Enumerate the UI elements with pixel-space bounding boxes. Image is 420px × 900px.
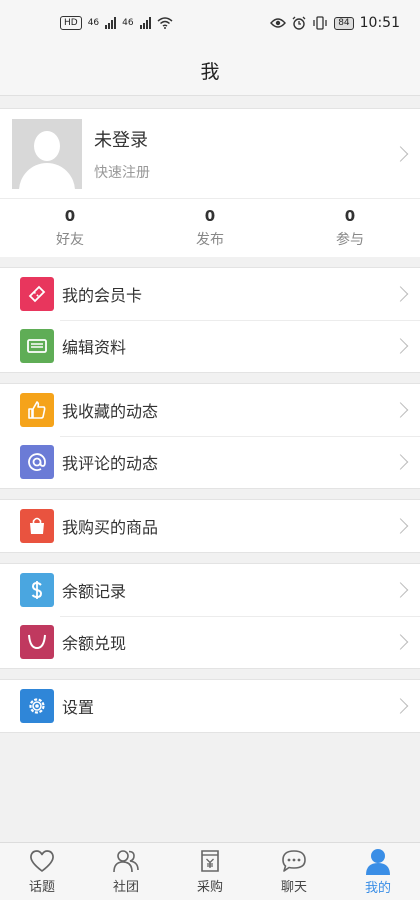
chat-icon <box>282 850 306 872</box>
quick-register-link[interactable]: 快速注册 <box>94 162 150 182</box>
stat-label: 好友 <box>56 232 84 248</box>
tab-me[interactable]: 我的 <box>336 843 420 900</box>
group-icon <box>113 850 139 873</box>
menu-group-shopping: 我购买的商品 <box>0 499 420 553</box>
menu-group-settings: 设置 <box>0 679 420 733</box>
menu-item-label: 余额记录 <box>62 582 127 601</box>
chevron-right-icon <box>392 698 409 714</box>
alarm-icon <box>292 16 306 30</box>
profile-header[interactable]: 未登录 快速注册 <box>0 109 420 199</box>
clock: 10:51 <box>359 15 400 31</box>
menu-group-activity: 我收藏的动态 我评论的动态 <box>0 383 420 489</box>
card-icon <box>20 329 54 363</box>
menu-item-balance-records[interactable]: 余额记录 <box>0 564 420 616</box>
tab-purchase[interactable]: 采购 <box>168 843 252 900</box>
tab-label: 我的 <box>364 881 391 896</box>
stat-value: 0 <box>64 207 76 225</box>
profile-name: 未登录 <box>94 129 148 151</box>
tab-label: 社团 <box>112 880 139 895</box>
menu-item-label: 我的会员卡 <box>62 286 143 305</box>
chevron-right-icon <box>392 518 409 534</box>
tab-chat[interactable]: 聊天 <box>252 843 336 900</box>
stat-value: 0 <box>204 207 216 225</box>
ticket-icon <box>20 277 54 311</box>
menu-item-commented-posts[interactable]: 我评论的动态 <box>0 436 420 488</box>
profile-stats: 0 好友 0 发布 0 参与 <box>0 199 420 257</box>
status-right: 84 10:51 <box>270 15 400 31</box>
menu-item-label: 我购买的商品 <box>62 518 159 537</box>
tab-label: 话题 <box>28 880 55 895</box>
heart-icon <box>30 850 54 872</box>
menu-group-account: 我的会员卡 编辑资料 <box>0 267 420 373</box>
chevron-right-icon <box>392 582 409 598</box>
status-left: HD 46 46 <box>60 16 173 30</box>
basket-icon <box>20 625 54 659</box>
stat-value: 0 <box>344 207 356 225</box>
purchase-icon <box>201 850 219 872</box>
menu-group-balance: 余额记录 余额兑现 <box>0 563 420 669</box>
thumbs-up-icon <box>20 393 54 427</box>
chevron-right-icon <box>392 286 409 302</box>
avatar[interactable] <box>12 118 82 189</box>
tab-label: 采购 <box>196 880 223 895</box>
menu-item-label: 我评论的动态 <box>62 454 159 473</box>
chevron-right-icon <box>392 454 409 470</box>
bottom-tab-bar: 话题 社团 采购 聊天 我的 <box>0 842 420 900</box>
eye-icon <box>270 18 287 28</box>
shopping-bag-icon <box>20 509 54 543</box>
stat-label: 发布 <box>196 232 224 248</box>
stat-friends[interactable]: 0 好友 <box>0 199 140 257</box>
chevron-right-icon <box>392 338 409 354</box>
profile-card: 未登录 快速注册 0 好友 0 发布 0 参与 <box>0 108 420 257</box>
menu-item-edit-profile[interactable]: 编辑资料 <box>0 320 420 372</box>
signal-icon-2 <box>139 17 151 29</box>
chevron-right-icon <box>392 145 409 162</box>
gear-icon <box>20 689 54 723</box>
chevron-right-icon <box>392 634 409 650</box>
stat-posts[interactable]: 0 发布 <box>140 199 280 257</box>
menu-item-settings[interactable]: 设置 <box>0 680 420 732</box>
hd-icon: HD <box>60 16 82 30</box>
network-label-2: 46 <box>122 18 134 28</box>
menu-item-favorite-posts[interactable]: 我收藏的动态 <box>0 384 420 436</box>
menu-item-label: 我收藏的动态 <box>62 402 159 421</box>
vibrate-icon <box>313 16 327 30</box>
at-sign-icon <box>20 445 54 479</box>
battery-icon: 84 <box>334 16 354 30</box>
network-label: 46 <box>87 18 100 28</box>
menu-item-label: 余额兑现 <box>62 634 127 653</box>
tab-label: 聊天 <box>280 880 307 895</box>
stat-participation[interactable]: 0 参与 <box>280 199 420 257</box>
wifi-icon <box>157 17 173 29</box>
menu-item-label: 编辑资料 <box>62 338 127 357</box>
stat-label: 参与 <box>336 232 364 248</box>
page-title: 我 <box>200 61 220 83</box>
menu-item-purchased-goods[interactable]: 我购买的商品 <box>0 500 420 552</box>
menu-item-balance-redeem[interactable]: 余额兑现 <box>0 616 420 668</box>
dollar-icon <box>20 573 54 607</box>
tab-clubs[interactable]: 社团 <box>84 843 168 900</box>
nav-bar: 我 <box>0 46 420 96</box>
menu-item-member-card[interactable]: 我的会员卡 <box>0 268 420 320</box>
user-icon <box>366 849 390 875</box>
status-bar: HD 46 46 84 10:51 <box>0 0 420 46</box>
menu-item-label: 设置 <box>62 698 95 717</box>
signal-icon <box>105 17 117 29</box>
tab-topics[interactable]: 话题 <box>0 843 84 900</box>
chevron-right-icon <box>392 402 409 418</box>
